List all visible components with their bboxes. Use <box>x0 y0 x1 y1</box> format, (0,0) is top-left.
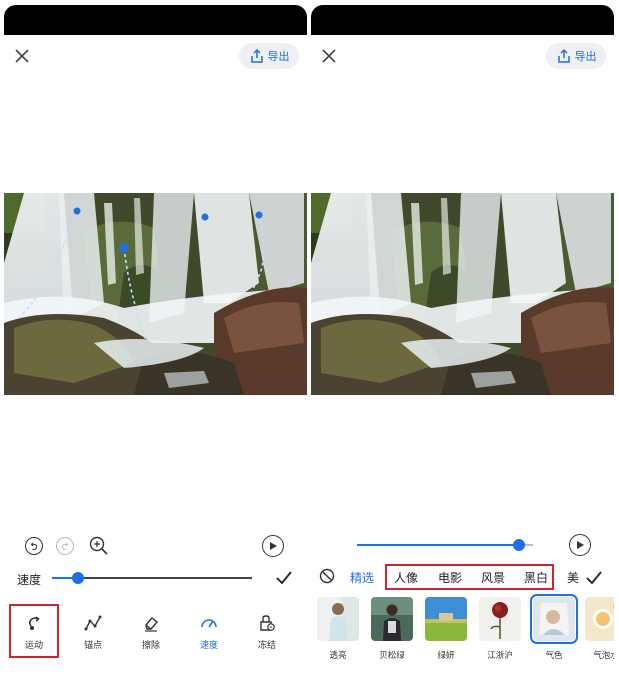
filter-name: 气色 <box>545 651 563 661</box>
tool-speed[interactable]: 速度 <box>184 602 234 658</box>
tool-eraser[interactable]: 擦除 <box>126 602 176 658</box>
motion-anchor-dot <box>255 211 263 219</box>
motion-anchor-dot <box>73 207 81 215</box>
close-button[interactable] <box>12 46 32 66</box>
no-filter-button[interactable] <box>319 568 335 584</box>
filter-name: 贝松绿 <box>379 651 405 661</box>
photo-canvas[interactable] <box>311 193 614 395</box>
tool-label: 速度 <box>199 641 218 651</box>
filter-name: 绿妍 <box>437 651 455 661</box>
filter-item[interactable]: 贝松绿 <box>369 597 415 663</box>
eraser-icon <box>145 617 159 632</box>
play-button[interactable] <box>569 534 591 556</box>
zoom-button[interactable] <box>88 535 110 557</box>
export-icon <box>557 48 570 63</box>
export-icon <box>250 48 263 63</box>
filter-item[interactable]: 透亮 <box>315 597 361 663</box>
filter-thumbnail <box>425 597 467 641</box>
status-bar <box>4 5 307 35</box>
filter-list: 透亮 贝松绿 绿妍 江浙沪 气色 气泡 <box>311 594 614 667</box>
filter-name: 江浙沪 <box>487 651 513 661</box>
photo-canvas[interactable] <box>4 193 307 395</box>
waterfall-image <box>311 193 614 395</box>
export-label: 导出 <box>574 50 597 63</box>
play-button[interactable] <box>262 535 284 557</box>
category-featured[interactable]: 精选 <box>350 569 374 586</box>
speed-icon <box>201 619 217 628</box>
filter-item[interactable]: 气泡水 <box>583 597 614 663</box>
motion-editor-screen: 导出 速度 运动 锚点 擦除 速度 冻结 <box>4 0 307 681</box>
category-beauty[interactable]: 美 <box>567 569 579 586</box>
filter-item[interactable]: 江浙沪 <box>477 597 523 663</box>
tool-label: 擦除 <box>141 641 160 651</box>
export-button[interactable]: 导出 <box>239 43 299 69</box>
tool-label: 冻结 <box>257 641 276 651</box>
filter-thumbnail <box>317 597 359 641</box>
status-bar <box>311 5 614 35</box>
export-label: 导出 <box>267 50 290 63</box>
confirm-check-icon[interactable] <box>585 569 603 587</box>
close-button[interactable] <box>319 46 339 66</box>
export-button[interactable]: 导出 <box>546 43 606 69</box>
filter-item[interactable]: 气色 <box>530 594 578 663</box>
filter-thumbnail <box>371 597 413 641</box>
speed-label: 速度 <box>17 573 42 587</box>
redo-icon <box>61 542 69 550</box>
close-icon <box>15 49 29 63</box>
filter-editor-screen: 导出 精选 人像 电影 风景 黑白 美 透亮 贝松绿 绿妍 江浙沪 气色 气泡 <box>311 0 614 681</box>
zoom-icon <box>89 536 108 555</box>
filter-name: 透亮 <box>329 651 347 661</box>
play-icon <box>577 541 584 549</box>
tool-label: 锚点 <box>83 641 102 651</box>
confirm-check-icon[interactable] <box>275 569 293 587</box>
playback-slider-knob[interactable] <box>512 539 525 551</box>
speed-slider-knob[interactable] <box>72 572 84 584</box>
close-icon <box>322 49 336 63</box>
waterfall-image <box>4 193 307 395</box>
filter-thumbnail <box>530 594 578 644</box>
freeze-icon <box>260 615 275 631</box>
undo-icon <box>30 542 38 550</box>
filter-item[interactable]: 绿妍 <box>423 597 469 663</box>
filter-thumbnail <box>479 597 521 641</box>
filter-name: 气泡水 <box>593 651 614 661</box>
undo-button[interactable] <box>25 537 43 555</box>
highlight-box <box>385 564 554 590</box>
filter-thumbnail <box>585 597 614 641</box>
tool-freeze[interactable]: 冻结 <box>242 602 292 658</box>
play-icon <box>270 542 277 550</box>
tool-anchor[interactable]: 锚点 <box>68 602 118 658</box>
motion-anchor-dot <box>119 243 129 253</box>
motion-anchor-dot <box>201 213 209 221</box>
highlight-box <box>9 604 59 658</box>
no-filter-icon <box>319 568 335 584</box>
anchor-icon <box>84 615 102 631</box>
playback-slider-fill <box>357 544 519 546</box>
redo-button[interactable] <box>56 537 74 555</box>
